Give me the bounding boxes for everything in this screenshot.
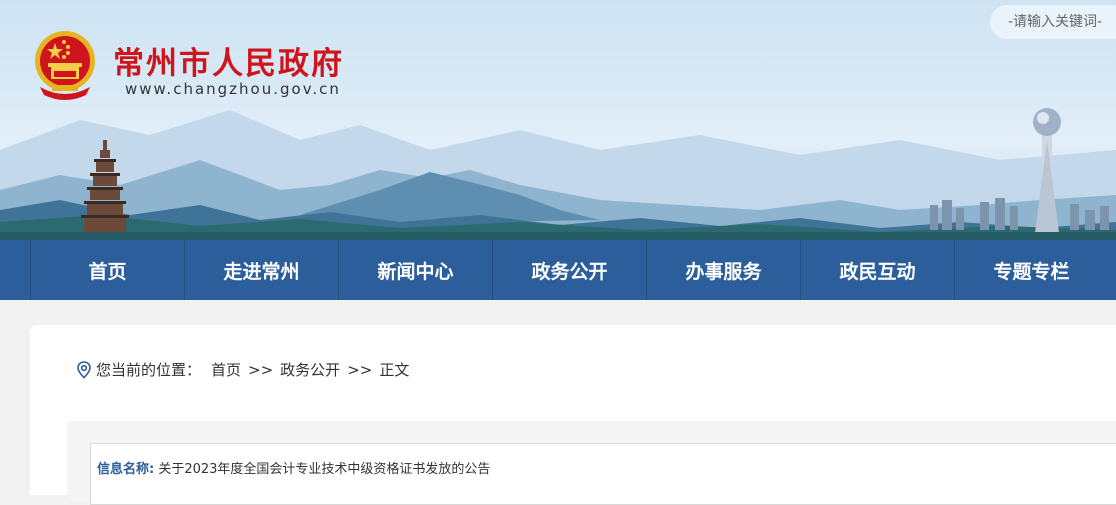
breadcrumb-current: 正文: [379, 361, 410, 379]
breadcrumb-government-affairs-link[interactable]: 政务公开: [280, 359, 340, 380]
nav-item-special-topics[interactable]: 专题专栏: [954, 240, 1108, 300]
breadcrumb-home-link[interactable]: 首页: [211, 359, 241, 380]
site-title: 常州市人民政府: [113, 46, 344, 82]
nav-item-interaction[interactable]: 政民互动: [800, 240, 954, 300]
nav-item-government-affairs[interactable]: 政务公开: [492, 240, 646, 300]
site-url: www.changzhou.gov.cn: [125, 80, 341, 98]
info-name-value: 关于2023年度全国会计专业技术中级资格证书发放的公告: [158, 462, 491, 477]
info-name-row: 信息名称: 关于2023年度全国会计专业技术中级资格证书发放的公告: [97, 458, 490, 477]
nav-item-about-changzhou[interactable]: 走进常州: [184, 240, 338, 300]
main-nav: 首页 走进常州 新闻中心 政务公开 办事服务 政民互动 专题专栏: [0, 240, 1116, 300]
breadcrumb: 您当前的位置： 首页 >> 政务公开 >> 正文: [76, 359, 409, 380]
location-pin-icon: [77, 360, 91, 379]
article-container: 信息名称: 关于2023年度全国会计专业技术中级资格证书发放的公告: [67, 421, 1116, 505]
nav-item-news[interactable]: 新闻中心: [338, 240, 492, 300]
search-input[interactable]: -请输入关键词-: [990, 5, 1116, 39]
breadcrumb-separator: >>: [248, 360, 274, 379]
landscape-illustration: [0, 108, 1116, 240]
nav-item-services[interactable]: 办事服务: [646, 240, 800, 300]
header-banner: 常州市人民政府 www.changzhou.gov.cn -请输入关键词-: [0, 0, 1116, 240]
main-content: 您当前的位置： 首页 >> 政务公开 >> 正文 信息名称: 关于2023年度全…: [30, 325, 1116, 505]
nav-item-home[interactable]: 首页: [30, 240, 184, 300]
national-emblem-icon: [35, 31, 95, 100]
info-table: 信息名称: 关于2023年度全国会计专业技术中级资格证书发放的公告: [90, 443, 1116, 505]
info-name-label: 信息名称:: [97, 462, 155, 477]
breadcrumb-separator: >>: [347, 360, 373, 379]
breadcrumb-prefix: 您当前的位置：: [96, 361, 202, 379]
